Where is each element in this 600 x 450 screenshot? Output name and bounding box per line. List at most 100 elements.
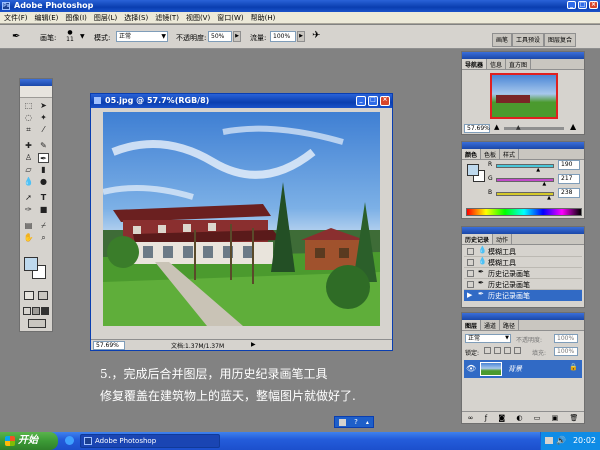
channel-slider-track[interactable] — [496, 192, 554, 196]
menu-filter[interactable]: 滤镜(T) — [155, 13, 179, 23]
history-brush-tool-icon[interactable]: ✒ — [12, 31, 20, 42]
list-item-selected[interactable]: ▶ ✒ 历史记录画笔 — [464, 290, 582, 301]
brush-tool-icon[interactable]: ✎ — [38, 141, 49, 151]
tab-actions[interactable]: 动作 — [493, 234, 513, 244]
adjustment-layer-icon[interactable]: ◐ — [516, 414, 522, 422]
list-item[interactable]: ✒ 历史记录画笔 — [464, 268, 582, 279]
history-brush-source-box[interactable] — [467, 248, 474, 255]
navigator-zoom-field[interactable]: 57.69% — [464, 124, 490, 133]
screen-mode-menu-icon[interactable] — [32, 307, 40, 315]
history-brush-source-box[interactable] — [467, 270, 474, 277]
channel-value-input[interactable]: 238 — [558, 188, 580, 198]
navigator-title-bar[interactable] — [462, 52, 584, 59]
history-brush-source-box[interactable] — [467, 281, 474, 288]
menu-select[interactable]: 选择(S) — [124, 13, 148, 23]
tray-network-icon[interactable] — [545, 437, 553, 444]
hand-tool-icon[interactable]: ✋ — [23, 233, 34, 243]
slice-tool-icon[interactable]: ⁄ — [38, 125, 49, 135]
tab-histogram[interactable]: 直方图 — [506, 59, 532, 69]
tab-channels[interactable]: 通道 — [481, 320, 501, 330]
navigator-zoom-slider[interactable]: ▲ — [504, 124, 564, 131]
layer-opacity-input[interactable]: 100% — [554, 334, 578, 343]
tray-app-icon[interactable] — [339, 418, 347, 426]
clone-stamp-tool-icon[interactable]: ♙ — [23, 153, 34, 163]
magic-wand-tool-icon[interactable]: ✦ — [38, 113, 49, 123]
channel-slider-thumb[interactable]: ▲ — [542, 181, 546, 187]
quick-launch-ie-icon[interactable] — [65, 436, 74, 445]
shape-tool-icon[interactable]: ■ — [38, 205, 49, 215]
layers-title-bar[interactable] — [462, 313, 584, 320]
palette-tab-brushes[interactable]: 画笔 — [492, 33, 513, 47]
list-item[interactable]: 💧 模糊工具 — [464, 257, 582, 268]
navigator-slider-thumb[interactable]: ▲ — [516, 124, 521, 131]
navigator-thumbnail[interactable] — [490, 73, 558, 119]
zoom-in-icon[interactable]: ▲ — [570, 122, 576, 131]
path-selection-tool-icon[interactable]: ➚ — [23, 193, 34, 203]
tab-info[interactable]: 信息 — [487, 59, 507, 69]
palette-tab-layer-comps[interactable]: 图层复合 — [544, 33, 577, 47]
jump-to-imageready-icon[interactable] — [28, 319, 46, 328]
trash-icon[interactable]: 🗑 — [569, 414, 578, 422]
lock-image-icon[interactable] — [494, 347, 501, 354]
gradient-tool-icon[interactable]: ▮ — [38, 165, 49, 175]
tray-menu-icon[interactable]: ▴ — [366, 419, 369, 426]
document-canvas[interactable] — [103, 112, 380, 326]
new-layer-icon[interactable]: ▣ — [552, 414, 559, 422]
document-title-bar[interactable]: 05.jpg @ 57.7%(RGB/8) _ □ × — [91, 94, 392, 108]
brush-dropdown-icon[interactable]: ▼ — [80, 33, 85, 40]
move-tool-icon[interactable]: ➤ — [38, 101, 49, 111]
blur-tool-icon[interactable]: 💧 — [23, 177, 34, 187]
lasso-tool-icon[interactable]: ◌ — [23, 113, 34, 123]
history-title-bar[interactable] — [462, 227, 584, 234]
airbrush-icon[interactable]: ✈ — [312, 30, 320, 41]
tab-paths[interactable]: 路径 — [500, 320, 520, 330]
eye-icon[interactable]: 👁 — [466, 364, 476, 373]
layer-mask-icon[interactable]: ◙ — [498, 414, 505, 422]
history-brush-tool-button[interactable]: ✒ — [38, 153, 49, 163]
tab-color[interactable]: 颜色 — [462, 149, 482, 159]
layer-style-icon[interactable]: ƒ — [485, 414, 487, 422]
minimize-button[interactable]: _ — [567, 1, 576, 9]
foreground-color-swatch[interactable] — [24, 257, 38, 271]
maximize-button[interactable]: □ — [578, 1, 587, 9]
eraser-tool-icon[interactable]: ▱ — [23, 165, 34, 175]
color-panel-foreground-swatch[interactable] — [467, 164, 479, 176]
dodge-tool-icon[interactable]: ● — [38, 177, 49, 187]
list-item[interactable]: ✒ 历史记录画笔 — [464, 279, 582, 290]
menu-file[interactable]: 文件(F) — [4, 13, 28, 23]
channel-slider-thumb[interactable]: ▲ — [547, 195, 551, 201]
eyedropper-tool-icon[interactable]: ⌿ — [38, 221, 49, 231]
lock-all-icon[interactable] — [514, 347, 521, 354]
menu-window[interactable]: 窗口(W) — [217, 13, 243, 23]
zoom-out-icon[interactable]: ▲ — [494, 123, 499, 131]
help-icon[interactable]: ? — [354, 418, 358, 426]
screen-mode-standard-icon[interactable] — [23, 307, 31, 315]
list-item[interactable]: 💧 模糊工具 — [464, 246, 582, 257]
tab-history[interactable]: 历史记录 — [462, 234, 494, 244]
mode-select[interactable]: 正常 ▼ — [116, 31, 168, 42]
zoom-tool-icon[interactable]: ⌕ — [38, 233, 49, 243]
menu-image[interactable]: 图像(I) — [65, 13, 87, 23]
type-tool-icon[interactable]: T — [38, 193, 49, 203]
menu-view[interactable]: 视图(V) — [186, 13, 210, 23]
layer-row-background[interactable]: 👁 背景 🔒 — [464, 360, 582, 378]
menu-layer[interactable]: 图层(L) — [94, 13, 117, 23]
standard-mode-icon[interactable] — [24, 291, 34, 300]
screen-mode-full-icon[interactable] — [41, 307, 49, 315]
taskbar-task-photoshop[interactable]: Adobe Photoshop — [80, 434, 220, 448]
tray-volume-icon[interactable]: 🔊 — [556, 436, 566, 445]
flow-input[interactable]: 100% — [270, 31, 296, 42]
lock-position-icon[interactable] — [504, 347, 511, 354]
blend-mode-select[interactable]: 正常 ▼ — [465, 334, 511, 343]
tab-styles[interactable]: 样式 — [500, 149, 520, 159]
color-spectrum-bar[interactable] — [466, 208, 582, 216]
palette-tab-tool-presets[interactable]: 工具预设 — [512, 33, 545, 47]
fill-input[interactable]: 100% — [554, 347, 578, 356]
tab-swatches[interactable]: 色板 — [481, 149, 501, 159]
document-minimize-button[interactable]: _ — [356, 96, 366, 106]
document-zoom-field[interactable]: 57.69% — [93, 341, 125, 350]
tab-navigator[interactable]: 导航器 — [462, 59, 488, 69]
tab-layers[interactable]: 图层 — [462, 320, 482, 330]
notes-tool-icon[interactable]: ▤ — [23, 221, 34, 231]
opacity-slider-arrow[interactable]: ▶ — [233, 31, 241, 42]
